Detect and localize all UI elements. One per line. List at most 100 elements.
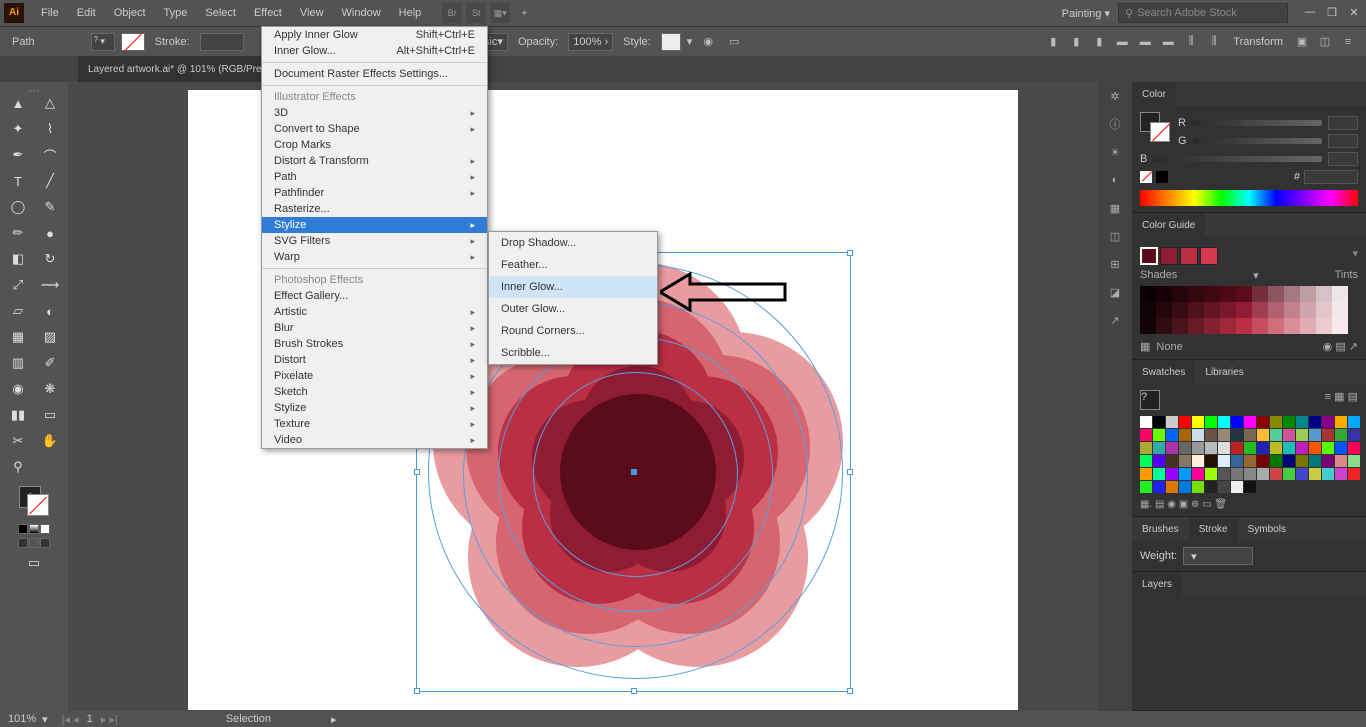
color-tab[interactable]: Color xyxy=(1132,82,1176,106)
effect-texture[interactable]: Texture xyxy=(262,416,487,432)
magic-wand-tool[interactable]: ✦ xyxy=(2,116,34,142)
line-tool[interactable]: ╱ xyxy=(34,168,66,194)
artboard-tool[interactable]: ▭ xyxy=(34,402,66,428)
gradient-tool[interactable]: ▥ xyxy=(2,350,34,376)
menu-effect[interactable]: Effect xyxy=(245,3,291,23)
brush-tool[interactable]: ✎ xyxy=(34,194,66,220)
pencil-tool[interactable]: ✏ xyxy=(2,220,34,246)
hand-tool[interactable]: ✋ xyxy=(34,428,66,454)
fill-stroke-control[interactable]: ? xyxy=(19,486,49,516)
raster-effects-settings[interactable]: Document Raster Effects Settings... xyxy=(262,66,487,82)
zoom-tool[interactable]: ⚲ xyxy=(2,454,34,480)
align-bottom-icon[interactable]: ▬ xyxy=(1158,32,1178,52)
harmony-color[interactable] xyxy=(1160,247,1178,265)
slice-tool[interactable]: ✂ xyxy=(2,428,34,454)
menu-file[interactable]: File xyxy=(32,3,68,23)
none-swatch[interactable] xyxy=(1140,171,1152,183)
effect-3d[interactable]: 3D xyxy=(262,105,487,121)
zoom-level[interactable]: 101% xyxy=(8,713,36,725)
type-tool[interactable]: T xyxy=(2,168,34,194)
dock-links-icon[interactable]: ↗ xyxy=(1098,306,1132,334)
effect-rasterize[interactable]: Rasterize... xyxy=(262,201,487,217)
effect-stylize-ps[interactable]: Stylize xyxy=(262,400,487,416)
menu-help[interactable]: Help xyxy=(390,3,431,23)
menu-type[interactable]: Type xyxy=(155,3,197,23)
color-mode[interactable] xyxy=(18,524,28,534)
align-left-icon[interactable]: ▮ xyxy=(1043,32,1063,52)
b-value[interactable] xyxy=(1328,152,1358,166)
align-top-icon[interactable]: ▬ xyxy=(1112,32,1132,52)
ellipse-tool[interactable]: ◯ xyxy=(2,194,34,220)
draw-normal[interactable] xyxy=(18,538,28,548)
artboard-nav[interactable]: 1 xyxy=(87,713,93,725)
effect-distort-ps[interactable]: Distort xyxy=(262,352,487,368)
window-restore[interactable]: ❐ xyxy=(1324,6,1340,20)
stylize-round-corners[interactable]: Round Corners... xyxy=(489,320,657,342)
effect-video[interactable]: Video xyxy=(262,432,487,448)
options-menu-icon[interactable]: ≡ xyxy=(1338,32,1358,52)
window-close[interactable]: ✕ xyxy=(1346,6,1362,20)
weight-value[interactable]: ▾ xyxy=(1183,547,1253,565)
menu-window[interactable]: Window xyxy=(333,3,390,23)
dock-transparency-icon[interactable]: ▦ xyxy=(1098,194,1132,222)
stock-icon[interactable]: St xyxy=(466,3,486,23)
base-color[interactable] xyxy=(1140,247,1158,265)
curvature-tool[interactable]: ⌒ xyxy=(34,142,66,168)
g-slider[interactable] xyxy=(1193,138,1322,144)
symbols-tab[interactable]: Symbols xyxy=(1238,517,1296,541)
workspace-switcher[interactable]: Painting ▾ xyxy=(1062,7,1110,20)
draw-behind[interactable] xyxy=(29,538,39,548)
shape-builder-tool[interactable]: ◐ xyxy=(34,298,66,324)
b-slider[interactable] xyxy=(1153,156,1322,162)
effect-gallery[interactable]: Effect Gallery... xyxy=(262,288,487,304)
apply-last-effect[interactable]: Apply Inner GlowShift+Ctrl+E xyxy=(262,27,487,43)
align-vc-icon[interactable]: ▬ xyxy=(1135,32,1155,52)
shape-mode-icon[interactable]: ◫ xyxy=(1315,32,1335,52)
recolor-icon[interactable]: ◉ xyxy=(698,32,718,52)
gpu-icon[interactable]: ✦ xyxy=(514,3,534,23)
bridge-icon[interactable]: Br xyxy=(442,3,462,23)
stroke-weight[interactable] xyxy=(200,33,244,51)
layers-tab[interactable]: Layers xyxy=(1132,572,1182,596)
dock-info-icon[interactable]: ⓘ xyxy=(1098,110,1132,138)
color-guide-tab[interactable]: Color Guide xyxy=(1132,213,1205,237)
effect-convert-shape[interactable]: Convert to Shape xyxy=(262,121,487,137)
effect-path[interactable]: Path xyxy=(262,169,487,185)
align-hc-icon[interactable]: ▮ xyxy=(1066,32,1086,52)
transform-panel[interactable]: Transform xyxy=(1233,36,1283,48)
g-value[interactable] xyxy=(1328,134,1358,148)
draw-inside[interactable] xyxy=(40,538,50,548)
stylize-scribble[interactable]: Scribble... xyxy=(489,342,657,364)
stock-search[interactable]: ⚲ Search Adobe Stock xyxy=(1118,3,1288,23)
direct-selection-tool[interactable]: △ xyxy=(34,90,66,116)
effect-pathfinder[interactable]: Pathfinder xyxy=(262,185,487,201)
effect-distort-transform[interactable]: Distort & Transform xyxy=(262,153,487,169)
menu-edit[interactable]: Edit xyxy=(68,3,105,23)
arrange-icon[interactable]: ▦▾ xyxy=(490,3,510,23)
stylize-inner-glow[interactable]: Inner Glow... xyxy=(489,276,657,298)
menu-view[interactable]: View xyxy=(291,3,333,23)
fill-color[interactable]: ▾ xyxy=(91,33,115,51)
dock-align-icon[interactable]: ⊞ xyxy=(1098,250,1132,278)
dock-sun-icon[interactable]: ☀ xyxy=(1098,138,1132,166)
free-transform-tool[interactable]: ▱ xyxy=(2,298,34,324)
effect-crop-marks[interactable]: Crop Marks xyxy=(262,137,487,153)
swatch-grid[interactable] xyxy=(1140,416,1358,493)
swatches-tab[interactable]: Swatches xyxy=(1132,360,1195,384)
last-effect-options[interactable]: Inner Glow...Alt+Shift+Ctrl+E xyxy=(262,43,487,59)
perspective-tool[interactable]: ▦ xyxy=(2,324,34,350)
blob-tool[interactable]: ● xyxy=(34,220,66,246)
effect-sketch[interactable]: Sketch xyxy=(262,384,487,400)
none-mode[interactable] xyxy=(40,524,50,534)
window-minimize[interactable]: — xyxy=(1302,6,1318,20)
align-icon[interactable]: ▭ xyxy=(724,32,744,52)
harmony-color[interactable] xyxy=(1180,247,1198,265)
lasso-tool[interactable]: ⌇ xyxy=(34,116,66,142)
symbol-sprayer-tool[interactable]: ❋ xyxy=(34,376,66,402)
rotate-tool[interactable]: ↻ xyxy=(34,246,66,272)
width-tool[interactable]: ⟿ xyxy=(34,272,66,298)
stylize-outer-glow[interactable]: Outer Glow... xyxy=(489,298,657,320)
hex-value[interactable] xyxy=(1304,170,1358,184)
stroke-indicator[interactable] xyxy=(1150,122,1170,142)
effect-artistic[interactable]: Artistic xyxy=(262,304,487,320)
